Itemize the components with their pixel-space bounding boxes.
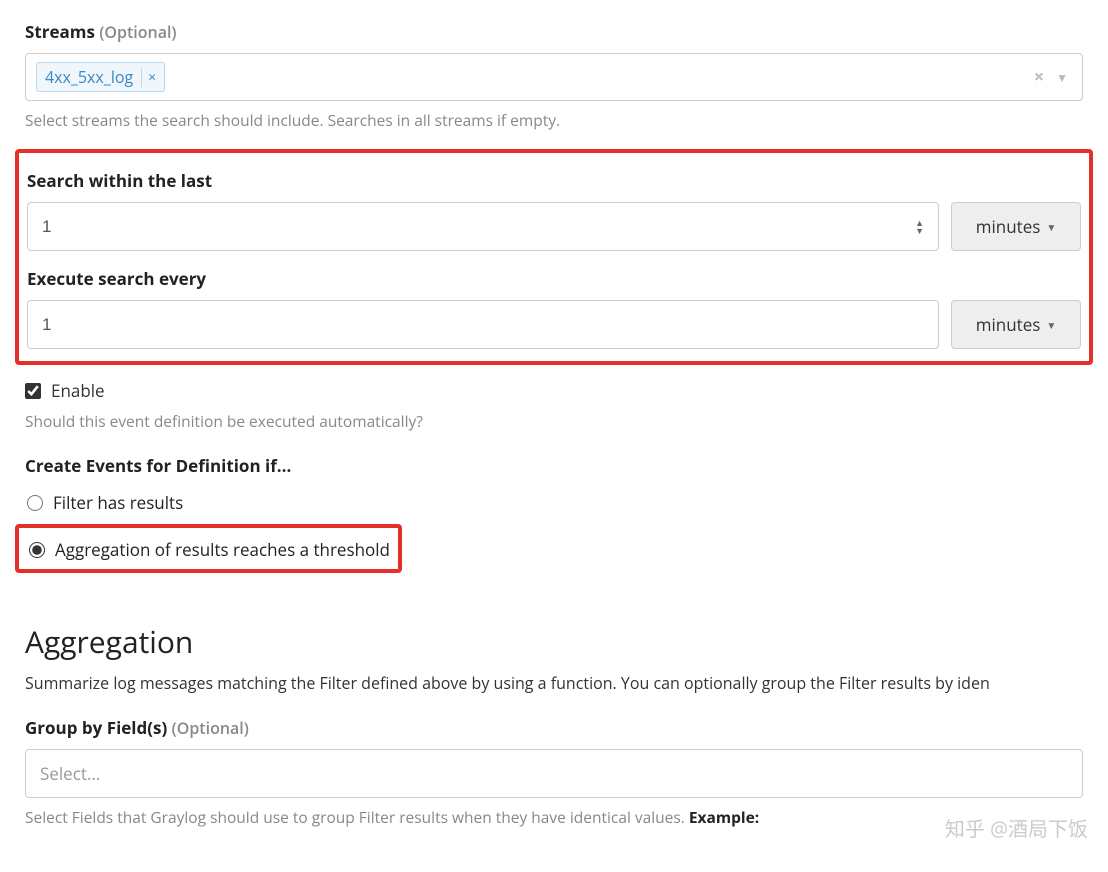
group-by-help-text: Select Fields that Graylog should use to… [25,806,689,828]
group-by-help: Select Fields that Graylog should use to… [25,806,1083,828]
execute-every-unit[interactable]: minutes ▼ [951,300,1081,349]
create-events-title: Create Events for Definition if... [25,454,1083,477]
stream-tag: 4xx_5xx_log × [36,62,165,92]
execute-every-group: Execute search every minutes ▼ [27,267,1081,349]
enable-row: Enable [25,379,1083,402]
stream-tag-label: 4xx_5xx_log [45,66,133,88]
group-by-group: Group by Field(s) (Optional) Select... S… [25,716,1083,828]
radio-agg-row: Aggregation of results reaches a thresho… [29,538,390,561]
search-within-unit[interactable]: minutes ▼ [951,202,1081,251]
radio-filter-row: Filter has results [27,491,1083,514]
search-within-input-wrap[interactable]: ▲ ▼ [27,202,939,251]
group-by-help-bold: Example: [689,806,759,828]
group-by-select[interactable]: Select... [25,749,1083,798]
execute-every-label: Execute search every [27,267,1081,290]
radio-aggregation-label: Aggregation of results reaches a thresho… [55,538,390,561]
radio-aggregation[interactable] [29,542,45,558]
search-within-row: ▲ ▼ minutes ▼ [27,202,1081,251]
search-within-unit-label: minutes [976,215,1041,238]
radio-filter[interactable] [27,495,43,511]
group-by-optional: (Optional) [172,717,249,739]
aggregation-heading: Aggregation [25,621,1083,662]
highlight-box-timerange: Search within the last ▲ ▼ minutes ▼ Exe… [15,149,1093,365]
radio-filter-label: Filter has results [53,491,183,514]
streams-label: Streams (Optional) [25,20,1083,43]
streams-optional: (Optional) [99,21,176,43]
execute-every-input-wrap[interactable] [27,300,939,349]
execute-every-input[interactable] [42,315,924,335]
tag-remove-icon[interactable]: × [141,68,156,87]
execute-every-unit-label: minutes [976,313,1041,336]
search-within-label: Search within the last [27,169,1081,192]
search-within-spinner[interactable]: ▲ ▼ [915,219,924,235]
enable-label: Enable [51,379,105,402]
chevron-down-icon[interactable]: ▼ [1052,69,1072,86]
group-by-label: Group by Field(s) (Optional) [25,716,1083,739]
caret-down-icon: ▼ [1046,318,1056,332]
spin-down-icon[interactable]: ▼ [915,227,924,235]
execute-every-row: minutes ▼ [27,300,1081,349]
search-within-group: Search within the last ▲ ▼ minutes ▼ [27,169,1081,251]
streams-label-text: Streams [25,20,95,43]
enable-checkbox[interactable] [25,383,41,399]
clear-icon[interactable]: × [1026,65,1052,89]
enable-help: Should this event definition be executed… [25,410,1083,432]
search-within-input[interactable] [42,217,915,237]
aggregation-desc: Summarize log messages matching the Filt… [25,672,1083,694]
highlight-box-aggregation: Aggregation of results reaches a thresho… [15,524,402,573]
streams-help: Select streams the search should include… [25,109,1083,131]
caret-down-icon: ▼ [1046,220,1056,234]
streams-select[interactable]: 4xx_5xx_log × × ▼ [25,53,1083,101]
streams-group: Streams (Optional) 4xx_5xx_log × × ▼ Sel… [25,20,1083,131]
group-by-label-text: Group by Field(s) [25,716,167,739]
